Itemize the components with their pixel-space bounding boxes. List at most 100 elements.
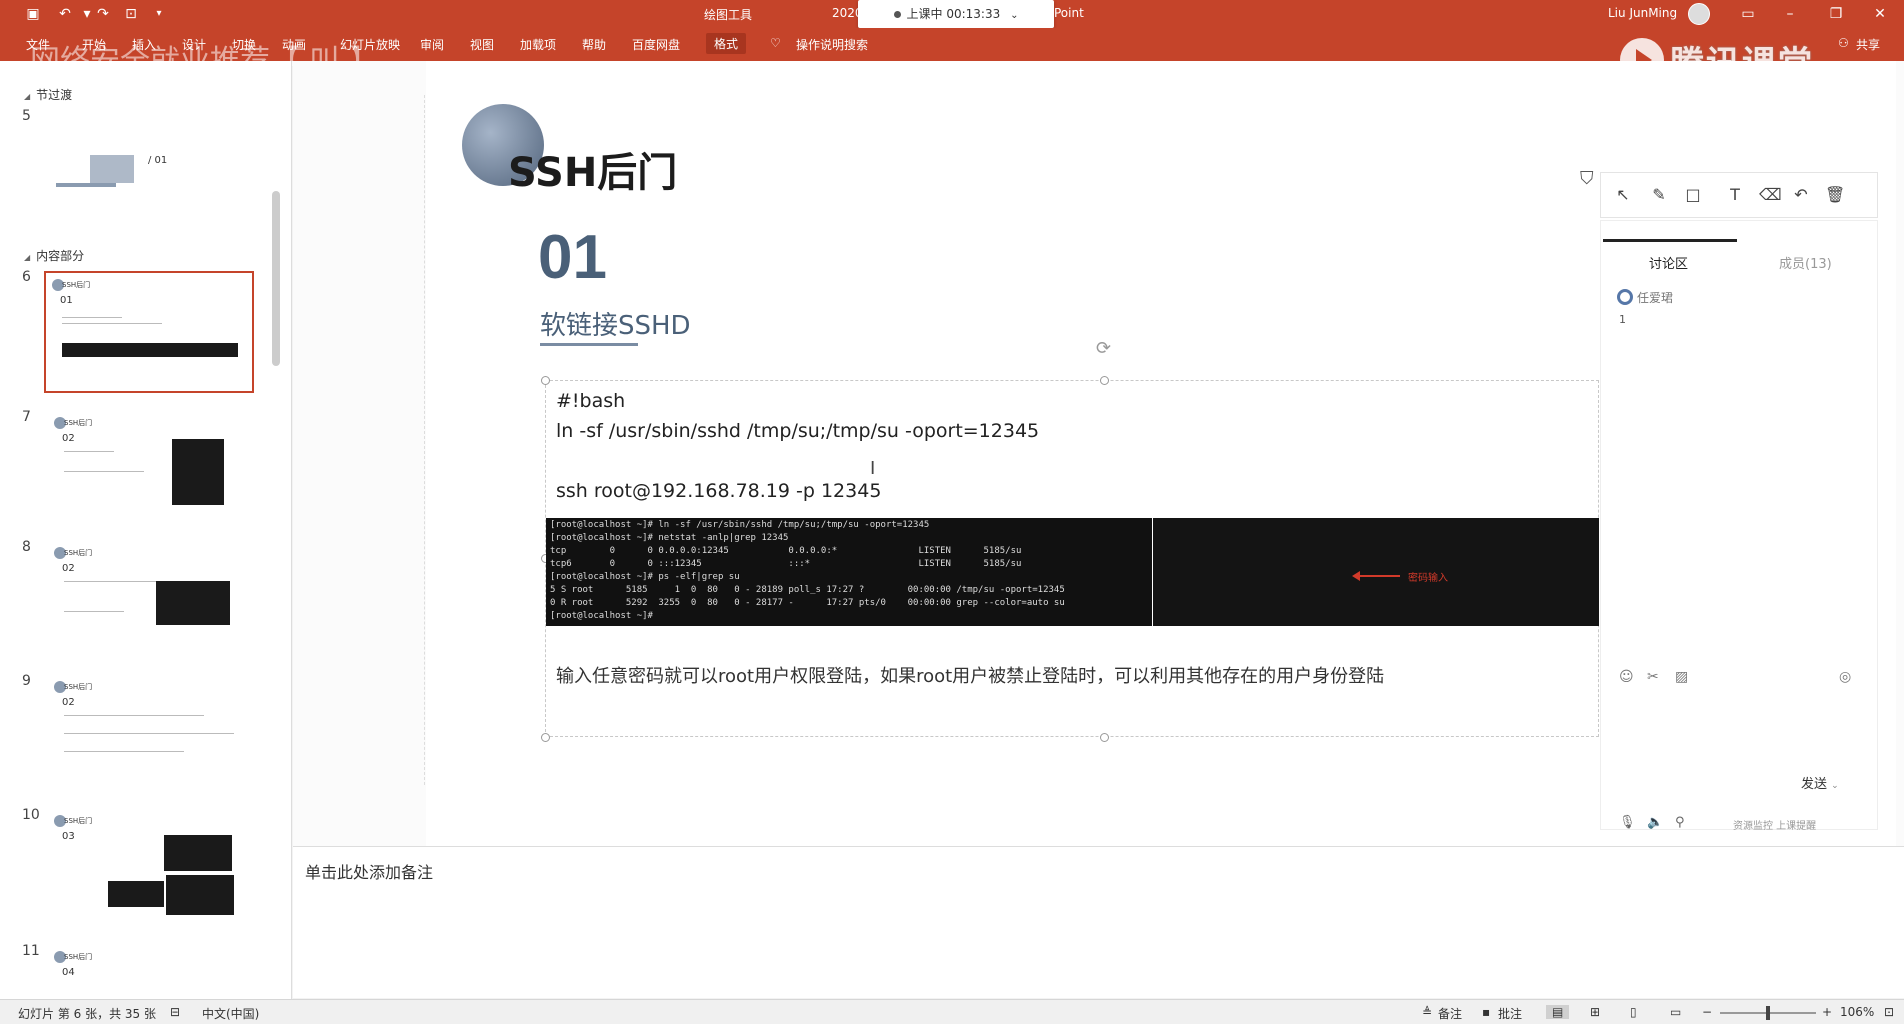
text-tool-icon[interactable]: T xyxy=(1725,185,1745,204)
tab-members[interactable]: 成员(13) xyxy=(1779,253,1832,272)
tell-me-search[interactable]: 操作说明搜索 xyxy=(796,36,868,53)
minimize-icon[interactable]: – xyxy=(1778,4,1802,24)
share-button[interactable]: 共享 xyxy=(1856,36,1880,53)
slide-number: 9 xyxy=(22,673,31,689)
slide-thumbnail-9[interactable]: SSH后门 02 xyxy=(48,675,250,787)
slide-thumbnail-5[interactable]: / 01 xyxy=(48,131,250,243)
accessibility-icon[interactable]: ⊟ xyxy=(170,1005,180,1019)
terminal-line: tcp6 0 0 :::12345 :::* LISTEN 5185/su xyxy=(550,559,1022,569)
microphone-icon[interactable]: 🎙 xyxy=(1619,815,1636,830)
tab-discussion[interactable]: 讨论区 xyxy=(1649,253,1688,272)
undo-icon[interactable]: ↶ xyxy=(1791,185,1811,204)
section-header-transition[interactable]: 节过渡 xyxy=(24,86,72,103)
eraser-icon[interactable]: ⌫ xyxy=(1759,185,1782,204)
thumb-caption: 02 xyxy=(62,697,75,708)
message-text: 1 xyxy=(1619,313,1626,326)
image-icon[interactable]: ▨ xyxy=(1675,669,1688,685)
notes-button[interactable]: 备注 xyxy=(1438,1005,1462,1022)
normal-view-icon[interactable]: ▤ xyxy=(1546,1005,1570,1019)
settings-icon[interactable]: ◎ xyxy=(1839,669,1851,685)
scissors-icon[interactable]: ✂ xyxy=(1647,669,1659,685)
zoom-out-icon[interactable]: − xyxy=(1702,1005,1712,1019)
zoom-in-icon[interactable]: + xyxy=(1822,1005,1832,1019)
user-name[interactable]: Liu JunMing xyxy=(1608,6,1677,20)
slide-thumbnail-8[interactable]: SSH后门 02 xyxy=(48,541,250,653)
section-number[interactable]: 01 xyxy=(538,222,607,293)
rectangle-icon[interactable]: □ xyxy=(1683,185,1703,204)
recording-status: 上课中 00:13:33 xyxy=(906,7,1001,21)
tab-help[interactable]: 帮助 xyxy=(582,36,606,53)
slide-number: 7 xyxy=(22,409,31,425)
chevron-down-icon: ⌄ xyxy=(1831,781,1839,791)
pin-icon[interactable]: ⚲ xyxy=(1675,815,1685,830)
terminal-line: [root@localhost ~]# ln -sf /usr/sbin/ssh… xyxy=(550,520,930,530)
redo-icon[interactable]: ↷ xyxy=(94,5,112,23)
ribbon-display-icon[interactable]: ▭ xyxy=(1736,4,1760,24)
status-bar: 幻灯片 第 6 张，共 35 张 ⊟ 中文(中国) ≜ 备注 ▪ 批注 ▤ ⊞ … xyxy=(0,999,1904,1024)
terminal-line: 0 R root 5292 3255 0 80 0 - 28177 - 17:2… xyxy=(550,598,1065,608)
resize-handle[interactable] xyxy=(541,733,550,742)
emoji-icon[interactable]: ☺ xyxy=(1619,669,1634,685)
resize-handle[interactable] xyxy=(1100,733,1109,742)
terminal-annotation: 密码输入 xyxy=(1408,573,1448,584)
tab-baidu-netdisk[interactable]: 百度网盘 xyxy=(632,36,680,53)
code-line: ln -sf /usr/sbin/sshd /tmp/su;/tmp/su -o… xyxy=(556,420,1040,442)
slide-thumbnail-11[interactable]: SSH后门 04 xyxy=(48,945,250,995)
close-icon[interactable]: ✕ xyxy=(1868,4,1892,24)
delete-icon[interactable]: 🗑 xyxy=(1825,185,1845,204)
resource-link[interactable]: 资源监控 上课提醒 xyxy=(1733,817,1816,832)
tab-addins[interactable]: 加载项 xyxy=(520,36,556,53)
resize-handle[interactable] xyxy=(1100,376,1109,385)
red-arrow-icon xyxy=(1352,571,1400,581)
thumb-title: SSH后门 xyxy=(62,281,91,289)
presentation-start-icon[interactable]: ⊡ xyxy=(122,5,140,23)
lightbulb-icon: ♡ xyxy=(770,36,781,50)
discussion-panel: 讨论区 成员(13) 任爱珺 1 ☺ ✂ ▨ ◎ 发送 ⌄ 🎙 🔈 ⚲ 资源监控… xyxy=(1600,220,1878,832)
shield-icon[interactable]: ⛉ xyxy=(1580,168,1594,189)
send-label: 发送 xyxy=(1801,777,1828,792)
thumb-title: SSH后门 xyxy=(64,549,93,557)
fit-slide-icon[interactable]: ⊡ xyxy=(1884,1005,1894,1019)
language-indicator[interactable]: 中文(中国) xyxy=(202,1005,259,1022)
slide-subtitle[interactable]: 软链接SSHD xyxy=(540,305,691,342)
pen-icon[interactable]: ✎ xyxy=(1649,185,1669,204)
title-bar: ▣ ↶ ▾ ↷ ⊡ ▾ 绘图工具 2020 上课中 00:13:33 ⌄ Poi… xyxy=(0,0,1904,28)
slideshow-icon[interactable]: ▭ xyxy=(1670,1005,1681,1019)
discussion-footer: 🎙 🔈 ⚲ 资源监控 上课提醒 xyxy=(1601,811,1879,837)
thumb-caption: 02 xyxy=(62,433,75,444)
tab-view[interactable]: 视图 xyxy=(470,36,494,53)
text-cursor-icon: I xyxy=(870,458,876,479)
recording-badge[interactable]: 上课中 00:13:33 ⌄ xyxy=(858,0,1054,28)
tab-format[interactable]: 格式 xyxy=(706,33,747,54)
avatar[interactable] xyxy=(1688,3,1710,25)
chevron-down-icon: ⌄ xyxy=(1010,10,1019,21)
undo-icon[interactable]: ↶ xyxy=(56,5,74,23)
record-icon xyxy=(893,11,901,18)
thumbnail-scrollbar[interactable] xyxy=(272,191,280,366)
save-icon[interactable]: ▣ xyxy=(24,5,42,23)
send-button[interactable]: 发送 ⌄ xyxy=(1801,773,1839,792)
slide-thumbnail-10[interactable]: SSH后门 03 xyxy=(48,809,250,921)
notes-pane[interactable]: 单击此处添加备注 xyxy=(293,846,1904,998)
zoom-slider-thumb[interactable] xyxy=(1766,1006,1770,1020)
slide-thumbnail-7[interactable]: SSH后门 02 xyxy=(48,411,250,523)
slide-title[interactable]: SSH后门 xyxy=(508,140,677,198)
restore-icon[interactable]: ❐ xyxy=(1824,4,1848,24)
comments-button[interactable]: 批注 xyxy=(1498,1005,1522,1022)
slide-thumbnail-6[interactable]: SSH后门 01 xyxy=(44,271,254,393)
section-header-content[interactable]: 内容部分 xyxy=(24,247,84,264)
notes-icon: ≜ xyxy=(1422,1005,1433,1019)
rotate-handle-icon[interactable]: ⟳ xyxy=(1096,338,1116,359)
slide-sorter-icon[interactable]: ⊞ xyxy=(1590,1005,1600,1019)
reading-view-icon[interactable]: ▯ xyxy=(1630,1005,1637,1019)
zoom-level[interactable]: 106% xyxy=(1840,1005,1874,1019)
customize-qat-icon[interactable]: ▾ xyxy=(150,5,168,23)
notes-placeholder[interactable]: 单击此处添加备注 xyxy=(305,859,433,883)
slide-body-text: 输入任意密码就可以root用户权限登陆，如果root用户被禁止登陆时，可以利用其… xyxy=(556,666,1385,687)
thumb-title: SSH后门 xyxy=(64,817,93,825)
slide-number: 10 xyxy=(22,807,40,823)
speaker-icon[interactable]: 🔈 xyxy=(1647,815,1663,830)
resize-handle[interactable] xyxy=(541,376,550,385)
terminal-screenshot: [root@localhost ~]# ln -sf /usr/sbin/ssh… xyxy=(546,518,1152,626)
pointer-icon[interactable]: ↖ xyxy=(1613,185,1633,204)
